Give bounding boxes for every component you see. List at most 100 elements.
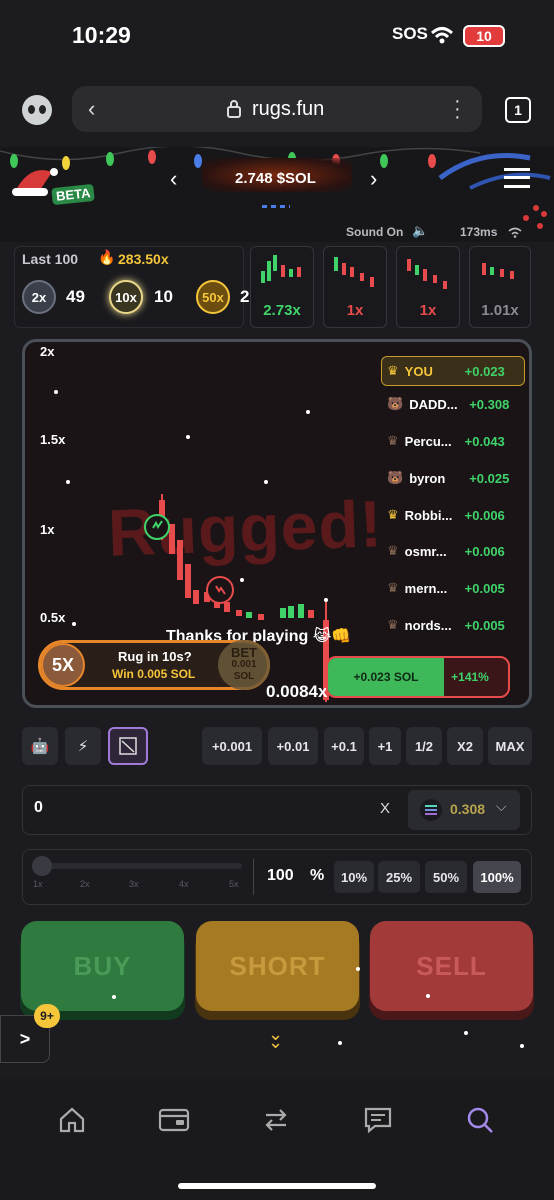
bot-toggle-button[interactable]: 🤖	[22, 727, 58, 765]
speaker-icon[interactable]: 🔈	[412, 223, 428, 239]
add-0-1-button[interactable]: +0.1	[324, 727, 364, 765]
bear-icon: 🐻	[387, 470, 404, 485]
crown-icon: ♛	[387, 617, 399, 632]
round-card-1[interactable]: 2.73x	[250, 246, 314, 328]
status-sos: SOS	[392, 24, 428, 43]
round-card-2[interactable]: 1x	[323, 246, 387, 328]
crown-icon: ♛	[387, 580, 399, 595]
leaderboard-name: YOU	[404, 363, 433, 379]
buy-button[interactable]: BUY	[21, 921, 184, 1011]
fire-icon: 🔥	[98, 249, 116, 265]
snow-particle	[66, 480, 70, 484]
leaderboard-value: +0.025	[469, 470, 510, 486]
amount-input[interactable]: 0	[34, 799, 43, 817]
tabs-button[interactable]: 1	[505, 97, 531, 123]
leaderboard-value: +0.005	[464, 617, 505, 633]
slider-thumb[interactable]	[32, 856, 52, 876]
percent-value[interactable]: 100	[267, 867, 294, 885]
crown-icon: ♛	[387, 507, 399, 522]
price-display: 2.748 $SOL	[235, 170, 316, 187]
slider-track[interactable]	[36, 863, 242, 869]
leaderboard-name: osmr...	[404, 543, 447, 559]
short-button[interactable]: SHORT	[196, 921, 359, 1011]
round-card-2-label: 1x	[346, 302, 364, 319]
url-text[interactable]: rugs.fun	[252, 98, 324, 121]
snow-particle	[520, 1044, 524, 1048]
divider	[253, 859, 254, 895]
search-icon[interactable]	[460, 1100, 500, 1140]
sell-button[interactable]: SELL	[370, 921, 533, 1011]
home-indicator	[178, 1183, 376, 1189]
notification-badge: 9+	[34, 1004, 60, 1028]
clear-input-button[interactable]: X	[380, 800, 390, 817]
badge-50x: 50x	[196, 280, 230, 314]
status-time: 10:29	[72, 22, 131, 48]
leaderboard-value: +0.005	[464, 580, 505, 596]
badge-10x: 10x	[109, 280, 143, 314]
sound-toggle[interactable]: Sound On	[346, 225, 403, 239]
wifi-icon	[430, 27, 454, 44]
side-bet-win: Win 0.005 SOL	[112, 667, 196, 681]
menu-icon[interactable]	[504, 168, 530, 188]
snow-particle	[186, 435, 190, 439]
expand-chevron-icon[interactable]: ⌄ ⌄	[268, 1025, 283, 1051]
y-axis-label-0-5x: 0.5x	[40, 610, 66, 625]
solana-icon	[420, 799, 442, 821]
leaderboard-row: ♛ YOU +0.023	[381, 356, 523, 386]
side-bet-multiplier: 5X	[41, 643, 85, 687]
latency-readout: 173ms	[460, 225, 498, 239]
preset-25-button[interactable]: 25%	[378, 861, 420, 893]
round-card-1-label: 2.73x	[263, 302, 301, 319]
swap-icon[interactable]	[256, 1100, 296, 1140]
leaderboard-name: byron	[409, 470, 446, 486]
preset-10-button[interactable]: 10%	[334, 861, 374, 893]
round-card-3-label: 1x	[419, 302, 437, 319]
snow-particle	[324, 598, 328, 602]
position-pct: +141%	[451, 670, 489, 684]
max-button[interactable]: MAX	[488, 727, 532, 765]
leaderboard-name: DADD...	[409, 396, 458, 412]
side-bet-title: Rug in 10s?	[118, 649, 192, 664]
chat-icon[interactable]	[358, 1100, 398, 1140]
back-icon[interactable]: ‹	[88, 96, 95, 122]
lightning-toggle-button[interactable]: ⚡	[65, 727, 101, 765]
crown-icon: ♛	[387, 363, 399, 378]
snow-particle	[54, 390, 58, 394]
round-card-3[interactable]: 1x	[396, 246, 460, 328]
half-button[interactable]: 1/2	[406, 727, 442, 765]
chart-toggle-button[interactable]	[108, 727, 148, 765]
home-icon[interactable]	[52, 1100, 92, 1140]
round-card-4[interactable]: 1.01x	[469, 246, 531, 328]
add-0-001-button[interactable]: +0.001	[202, 727, 262, 765]
snow-particle	[240, 578, 244, 582]
alien-avatar-icon[interactable]	[22, 95, 52, 125]
leaderboard-value: +0.308	[469, 396, 510, 412]
leaderboard-row: ♛ Robbi... +0.006	[381, 500, 523, 530]
next-chevron-icon[interactable]: ›	[370, 166, 377, 192]
snow-particle	[338, 1041, 342, 1045]
crown-icon: ♛	[387, 433, 399, 448]
leaderboard-row: ♛ osmr... +0.006	[381, 536, 523, 566]
last-100-label: Last 100	[22, 251, 79, 267]
bet-coin-label: BET	[231, 645, 257, 660]
add-0-01-button[interactable]: +0.01	[268, 727, 318, 765]
leaderboard-row: 🐻 byron +0.025	[381, 463, 523, 493]
prev-chevron-icon[interactable]: ‹	[170, 166, 177, 192]
slider-tick: 3x	[129, 879, 139, 889]
more-menu-icon[interactable]: · · ·	[454, 91, 461, 127]
add-1-button[interactable]: +1	[369, 727, 401, 765]
percent-unit: %	[310, 867, 325, 884]
preset-100-button[interactable]: 100%	[473, 861, 521, 893]
y-axis-label-1x: 1x	[40, 522, 55, 537]
carousel-dots	[262, 205, 290, 208]
leaderboard-name: Percu...	[404, 433, 452, 449]
bet-coin-button[interactable]: BET 0.001 SOL	[218, 640, 270, 690]
mini-chart-icon	[334, 257, 374, 287]
leaderboard-value: +0.023	[464, 363, 505, 379]
wallet-icon[interactable]	[154, 1100, 194, 1140]
count-10x: 10	[154, 287, 173, 306]
preset-50-button[interactable]: 50%	[425, 861, 467, 893]
y-axis-label-2x: 2x	[40, 344, 55, 359]
double-button[interactable]: X2	[447, 727, 483, 765]
slider-tick: 2x	[80, 879, 90, 889]
